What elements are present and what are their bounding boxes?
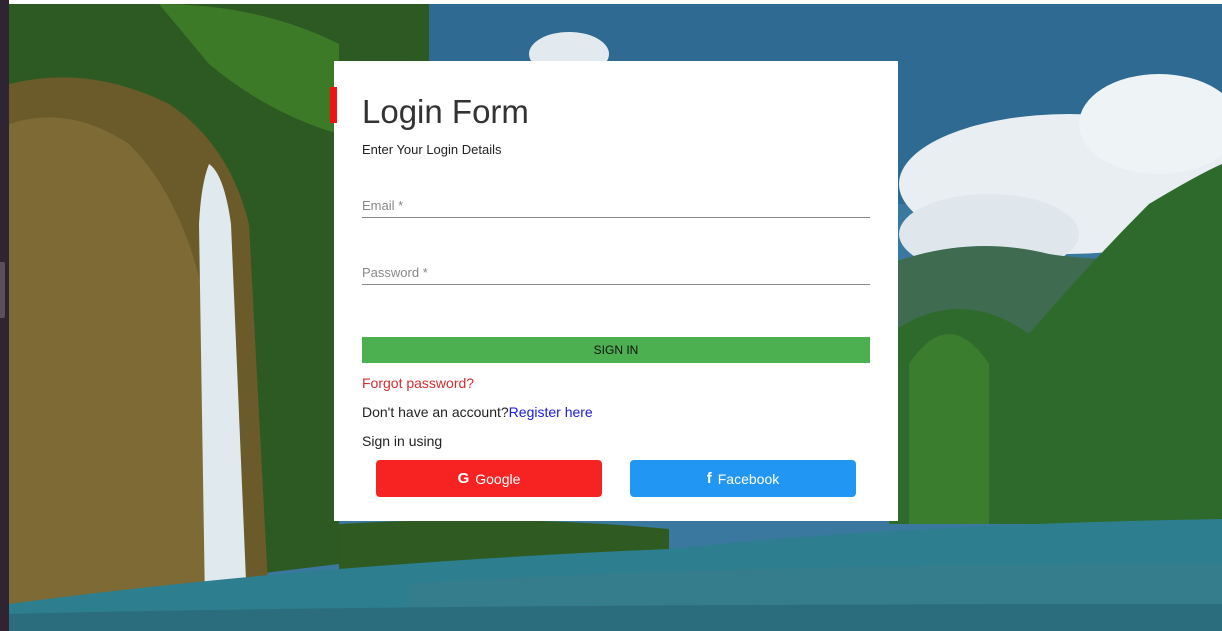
password-field-wrapper	[362, 257, 870, 285]
window-side-handle[interactable]	[0, 262, 5, 318]
register-row: Don't have an account?Register here	[362, 404, 593, 420]
facebook-button-label: Facebook	[717, 470, 780, 487]
login-card: Login Form Enter Your Login Details SIGN…	[330, 61, 898, 521]
sign-in-button[interactable]: SIGN IN	[362, 337, 870, 363]
google-button-label: Google	[475, 470, 521, 487]
page-title: Login Form	[362, 93, 529, 130]
no-account-text: Don't have an account?	[362, 404, 509, 420]
window-left-strip	[0, 0, 9, 631]
register-link[interactable]: Register here	[509, 404, 593, 420]
password-field[interactable]	[362, 265, 870, 280]
google-icon: G	[457, 470, 470, 487]
facebook-button[interactable]: f Facebook	[630, 460, 856, 497]
forgot-password-link[interactable]: Forgot password?	[362, 375, 474, 391]
email-field-wrapper	[362, 190, 870, 218]
sign-in-using-label: Sign in using	[362, 433, 443, 449]
title-accent-bar	[330, 87, 337, 123]
email-field[interactable]	[362, 198, 870, 213]
page-subtitle: Enter Your Login Details	[362, 142, 502, 157]
facebook-icon: f	[706, 470, 712, 487]
google-button[interactable]: G Google	[376, 460, 602, 497]
